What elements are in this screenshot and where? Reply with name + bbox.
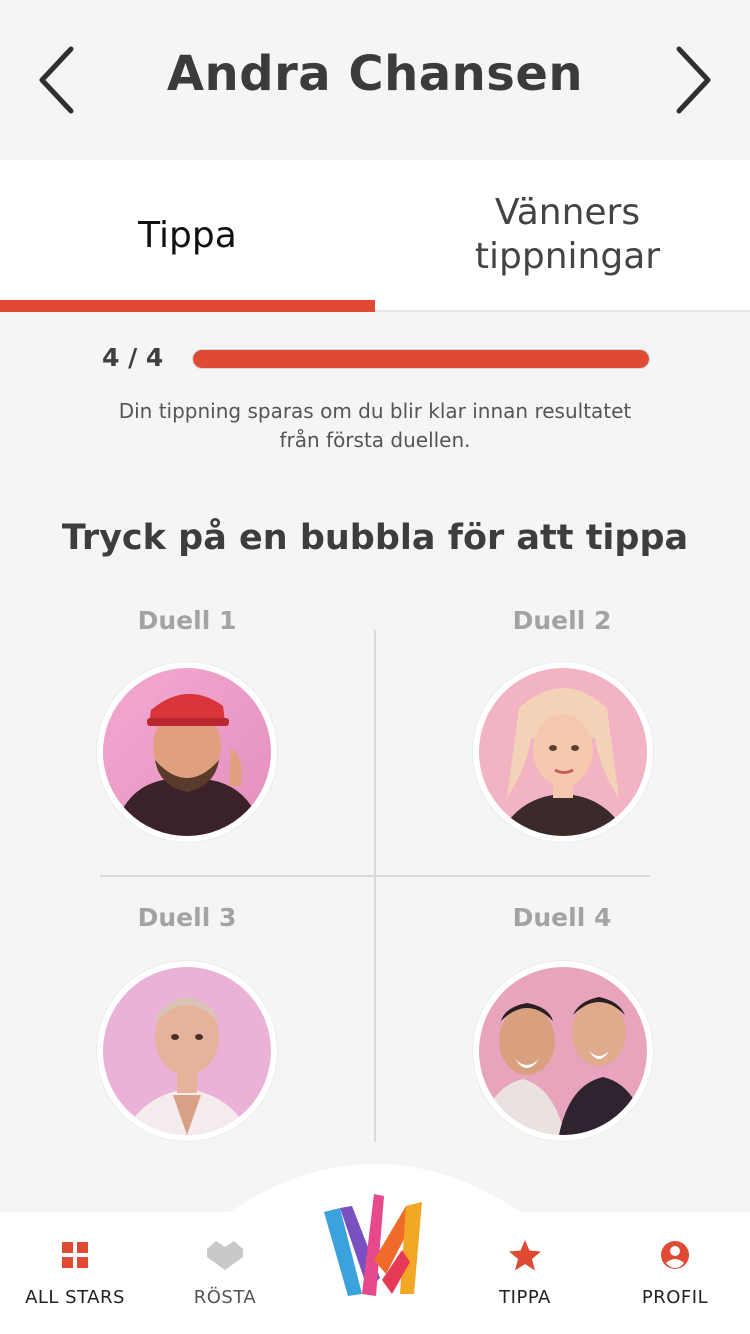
previous-button[interactable] bbox=[22, 40, 92, 120]
nav-profil[interactable]: PROFIL bbox=[600, 1212, 750, 1334]
progress-bar bbox=[192, 349, 650, 369]
tab-vanners-label-line1: Vänners bbox=[494, 192, 641, 233]
grid-divider-horizontal bbox=[100, 875, 650, 877]
info-text: Din tippning sparas om du blir klar inna… bbox=[60, 397, 690, 455]
tab-vanners-label-line2: tippningar bbox=[474, 236, 661, 277]
nav-profil-label: PROFIL bbox=[641, 1287, 709, 1308]
tab-tippa-label: Tippa bbox=[138, 214, 237, 256]
tab-bar: Tippa Vänners tippningar bbox=[0, 160, 750, 312]
duel-1-label: Duell 1 bbox=[137, 606, 237, 635]
chevron-right-icon bbox=[676, 46, 711, 114]
tab-tippa[interactable]: Tippa bbox=[0, 160, 375, 312]
heart-icon bbox=[207, 1241, 243, 1270]
star-icon bbox=[509, 1240, 541, 1271]
duel-1-bubble[interactable] bbox=[97, 662, 277, 842]
duel-3-artist-photo bbox=[103, 967, 271, 1135]
duel-4-label: Duell 4 bbox=[512, 903, 612, 932]
grid-icon bbox=[62, 1242, 88, 1268]
info-text-line1: Din tippning sparas om du blir klar inna… bbox=[118, 399, 632, 423]
progress-fill bbox=[193, 350, 649, 368]
header: Andra Chansen bbox=[0, 0, 750, 160]
progress-count: 4 / 4 bbox=[102, 343, 164, 372]
duel-2-label: Duell 2 bbox=[512, 606, 612, 635]
info-text-line2: från första duellen. bbox=[279, 428, 471, 452]
profile-icon bbox=[661, 1241, 689, 1269]
chevron-left-icon bbox=[39, 46, 74, 114]
duel-4-artist-photo bbox=[479, 967, 647, 1135]
duel-4-bubble[interactable] bbox=[473, 961, 653, 1141]
grid-divider-vertical bbox=[374, 630, 376, 1142]
duel-2-bubble[interactable] bbox=[473, 662, 653, 842]
duel-1-artist-photo bbox=[103, 668, 271, 836]
nav-all-stars[interactable]: ALL STARS bbox=[0, 1212, 150, 1334]
duel-3-label: Duell 3 bbox=[137, 903, 237, 932]
next-button[interactable] bbox=[658, 40, 728, 120]
prompt-heading: Tryck på en bubbla för att tippa bbox=[61, 518, 689, 558]
nav-rosta[interactable]: RÖSTA bbox=[150, 1212, 300, 1334]
nav-rosta-label: RÖSTA bbox=[193, 1287, 257, 1308]
progress-row: 4 / 4 bbox=[102, 343, 650, 373]
nav-tippa[interactable]: TIPPA bbox=[450, 1212, 600, 1334]
nav-all-stars-label: ALL STARS bbox=[25, 1287, 125, 1308]
duel-3-bubble[interactable] bbox=[97, 961, 277, 1141]
nav-tippa-label: TIPPA bbox=[499, 1287, 551, 1308]
page-title: Andra Chansen bbox=[166, 46, 584, 102]
melodifestivalen-logo[interactable] bbox=[322, 1190, 428, 1302]
tab-vanners-tippningar[interactable]: Vänners tippningar bbox=[375, 160, 750, 310]
active-tab-indicator bbox=[0, 300, 375, 312]
duel-2-artist-photo bbox=[479, 668, 647, 836]
